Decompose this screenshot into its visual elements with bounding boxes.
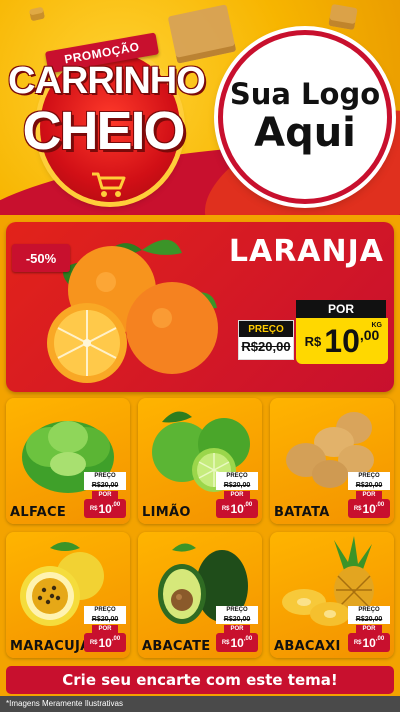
old-price-label: PREÇO — [84, 606, 126, 615]
featured-price-block: POR PREÇO R$20,00 KG R$ 10 ,00 — [238, 300, 390, 370]
price-integer: 10 — [230, 635, 244, 650]
price-integer: 10 — [230, 501, 244, 516]
new-price-box: KG R$ 10 ,00 — [296, 318, 388, 364]
promo-seal: PROMOÇÃO CARRINHO CHEIO — [8, 30, 206, 210]
product-price-tag: PREÇO R$20,00 POR R$ 10 ,00 — [84, 472, 126, 518]
product-price-tag: PREÇO R$20,00 POR R$ 10 ,00 — [216, 606, 258, 652]
old-price-label: PREÇO — [84, 472, 126, 481]
new-price-label: POR — [92, 625, 118, 633]
featured-product-card[interactable]: -50% LARANJA POR PREÇO R$20,00 KG R$ 10 … — [6, 222, 394, 392]
new-price-label: POR — [356, 625, 382, 633]
product-name: ABACAXI — [274, 639, 341, 654]
old-price-value: R$20,00 — [241, 339, 291, 354]
price-integer: 10 — [98, 501, 112, 516]
product-price-tag: PREÇO R$20,00 POR R$ 10 ,00 — [216, 472, 258, 518]
new-price-value: R$ 10 ,00 — [348, 633, 390, 652]
product-name: BATATA — [274, 505, 330, 520]
new-price-value: R$ 10 ,00 — [84, 633, 126, 652]
price-cents: ,00 — [375, 502, 385, 508]
product-name: ABACATE — [142, 639, 211, 654]
old-price-label: PREÇO — [216, 472, 258, 481]
old-price-value: R$20,00 — [348, 481, 390, 490]
new-price-value: R$ 10 ,00 — [84, 499, 126, 518]
new-price-label: POR — [224, 491, 250, 499]
old-price-value: R$20,00 — [216, 481, 258, 490]
gift-box-decoration — [328, 3, 358, 31]
old-price-value: R$20,00 — [84, 615, 126, 624]
currency-symbol: R$ — [353, 639, 362, 646]
product-card-alface[interactable]: ALFACE PREÇO R$20,00 POR R$ 10 ,00 — [6, 398, 130, 524]
logo-placeholder-line2: Aqui — [254, 109, 356, 156]
old-price-label: PREÇO — [239, 321, 293, 337]
header-banner: PROMOÇÃO CARRINHO CHEIO Sua Logo Aqui — [0, 0, 400, 215]
product-card-maracuja[interactable]: MARACUJÁ PREÇO R$20,00 POR R$ 10 ,00 — [6, 532, 130, 658]
price-cents: ,00 — [243, 502, 253, 508]
product-card-abacaxi[interactable]: ABACAXI PREÇO R$20,00 POR R$ 10 ,00 — [270, 532, 394, 658]
new-price-label: POR — [92, 491, 118, 499]
price-cents: ,00 — [359, 327, 380, 343]
currency-symbol: R$ — [221, 639, 230, 646]
disclaimer-text: *Imagens Meramente Ilustrativas — [0, 696, 400, 712]
currency-symbol: R$ — [89, 505, 98, 512]
product-price-tag: PREÇO R$20,00 POR R$ 10 ,00 — [84, 606, 126, 652]
product-card-abacate[interactable]: ABACATE PREÇO R$20,00 POR R$ 10 ,00 — [138, 532, 262, 658]
price-unit: KG — [371, 322, 383, 329]
product-card-limao[interactable]: LIMÃO PREÇO R$20,00 POR R$ 10 ,00 — [138, 398, 262, 524]
product-name: ALFACE — [10, 505, 67, 520]
product-name: LIMÃO — [142, 505, 191, 520]
promo-title-line2: CHEIO — [22, 101, 185, 161]
featured-product-name: LARANJA — [228, 234, 384, 269]
new-price-value: R$ 10 ,00 — [216, 499, 258, 518]
old-price-box: PREÇO R$20,00 — [238, 320, 294, 360]
price-cents: ,00 — [111, 502, 121, 508]
old-price-label: PREÇO — [348, 606, 390, 615]
price-integer: 10 — [98, 635, 112, 650]
price-integer: 10 — [362, 635, 376, 650]
currency-symbol: R$ — [304, 333, 322, 349]
product-card-batata[interactable]: BATATA PREÇO R$20,00 POR R$ 10 ,00 — [270, 398, 394, 524]
old-price-value: R$20,00 — [348, 615, 390, 624]
new-price-value: R$ 10 ,00 — [216, 633, 258, 652]
old-price-label: PREÇO — [216, 606, 258, 615]
logo-placeholder[interactable]: Sua Logo Aqui — [218, 30, 392, 204]
new-price-label: POR — [356, 491, 382, 499]
gift-box-decoration — [28, 6, 46, 22]
price-integer: 10 — [324, 322, 360, 359]
product-price-tag: PREÇO R$20,00 POR R$ 10 ,00 — [348, 606, 390, 652]
product-name: MARACUJÁ — [10, 639, 91, 654]
product-price-tag: PREÇO R$20,00 POR R$ 10 ,00 — [348, 472, 390, 518]
old-price-value: R$20,00 — [84, 481, 126, 490]
currency-symbol: R$ — [89, 639, 98, 646]
price-cents: ,00 — [375, 636, 385, 642]
currency-symbol: R$ — [221, 505, 230, 512]
logo-placeholder-line1: Sua Logo — [229, 77, 381, 112]
price-cents: ,00 — [111, 636, 121, 642]
promo-title-line1: CARRINHO — [8, 60, 206, 102]
price-integer: 10 — [362, 501, 376, 516]
shopping-cart-icon — [92, 172, 126, 197]
price-cents: ,00 — [243, 636, 253, 642]
old-price-label: PREÇO — [348, 472, 390, 481]
old-price-value: R$20,00 — [216, 615, 258, 624]
discount-badge: -50% — [12, 244, 70, 272]
new-price-label: POR — [224, 625, 250, 633]
new-price-label: POR — [296, 300, 386, 318]
new-price-value: R$ 10 ,00 — [348, 499, 390, 518]
currency-symbol: R$ — [353, 505, 362, 512]
create-flyer-button[interactable]: Crie seu encarte com este tema! — [6, 666, 394, 694]
